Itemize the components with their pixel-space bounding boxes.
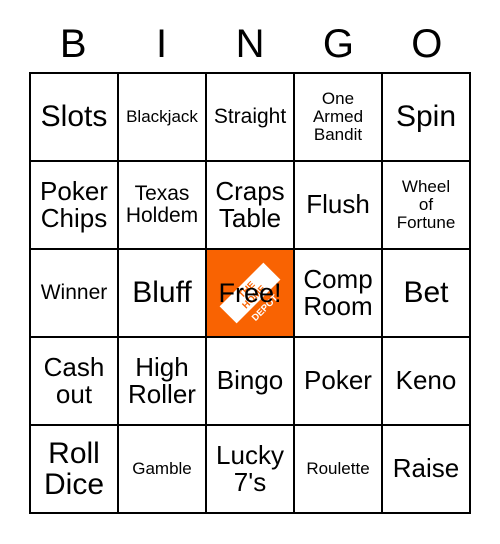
- bingo-cell-label: Lucky 7's: [216, 439, 284, 497]
- bingo-cell[interactable]: Cash out: [31, 338, 119, 426]
- bingo-free-space-cell[interactable]: THE HOME DEPOT Free!: [207, 250, 295, 338]
- bingo-cell-label: Spin: [395, 100, 457, 134]
- bingo-cell[interactable]: Craps Table: [207, 162, 295, 250]
- bingo-cell[interactable]: High Roller: [119, 338, 207, 426]
- bingo-cell-label: High Roller: [128, 351, 196, 409]
- header-letter-b: B: [59, 22, 87, 66]
- header-letter-g: G: [322, 22, 354, 66]
- bingo-cell-label: Slots: [40, 100, 108, 134]
- bingo-cell[interactable]: Raise: [383, 426, 471, 514]
- bingo-cell[interactable]: Bluff: [119, 250, 207, 338]
- bingo-cell[interactable]: Gamble: [119, 426, 207, 514]
- bingo-cell-label: Straight: [213, 104, 287, 128]
- bingo-cell[interactable]: Roulette: [295, 426, 383, 514]
- bingo-cell[interactable]: Flush: [295, 162, 383, 250]
- bingo-cell[interactable]: Spin: [383, 74, 471, 162]
- bingo-grid: Slots Blackjack Straight One Armed Bandi…: [29, 72, 471, 514]
- bingo-cell[interactable]: Keno: [383, 338, 471, 426]
- bingo-cell-label: Bet: [403, 276, 449, 310]
- bingo-cell[interactable]: Bet: [383, 250, 471, 338]
- bingo-cell-label: Poker: [304, 365, 372, 396]
- bingo-cell[interactable]: Poker Chips: [31, 162, 119, 250]
- bingo-cell[interactable]: Texas Holdem: [119, 162, 207, 250]
- bingo-cell[interactable]: Blackjack: [119, 74, 207, 162]
- bingo-cell[interactable]: Wheel of Fortune: [383, 162, 471, 250]
- bingo-cell[interactable]: Comp Room: [295, 250, 383, 338]
- bingo-cell-label: Keno: [395, 365, 457, 396]
- bingo-cell-label: Craps Table: [215, 175, 285, 233]
- bingo-cell-label: Raise: [392, 453, 460, 484]
- header-letter-n: N: [235, 22, 265, 66]
- bingo-cell-label: Cash out: [43, 351, 105, 409]
- bingo-cell[interactable]: Winner: [31, 250, 119, 338]
- bingo-cell[interactable]: Bingo: [207, 338, 295, 426]
- bingo-cell-label: Poker Chips: [40, 175, 108, 233]
- bingo-cell-label: Comp Room: [303, 263, 373, 321]
- bingo-cell[interactable]: Roll Dice: [31, 426, 119, 514]
- bingo-cell-label: Flush: [306, 189, 370, 220]
- bingo-cell-label: Texas Holdem: [125, 181, 199, 227]
- free-space-inner: THE HOME DEPOT Free!: [207, 250, 293, 336]
- bingo-cell[interactable]: Slots: [31, 74, 119, 162]
- bingo-cell-label: Winner: [40, 280, 108, 304]
- bingo-cell[interactable]: Poker: [295, 338, 383, 426]
- bingo-header: B I N G O: [29, 16, 471, 72]
- bingo-cell-label: Bingo: [216, 365, 284, 396]
- bingo-cell[interactable]: Lucky 7's: [207, 426, 295, 514]
- bingo-card: B I N G O Slots Blackjack Straight One A…: [0, 0, 500, 544]
- bingo-cell[interactable]: Straight: [207, 74, 295, 162]
- header-letter-i: I: [156, 22, 168, 66]
- bingo-cell-label: Bluff: [132, 276, 192, 310]
- header-letter-o: O: [411, 22, 443, 66]
- bingo-cell-label: Gamble: [132, 459, 192, 479]
- bingo-cell[interactable]: One Armed Bandit: [295, 74, 383, 162]
- free-space-label: Free!: [218, 277, 282, 308]
- bingo-cell-label: Wheel of Fortune: [396, 177, 456, 232]
- bingo-cell-label: Roll Dice: [43, 436, 104, 501]
- bingo-cell-label: Blackjack: [126, 107, 198, 127]
- bingo-cell-label: Roulette: [306, 459, 370, 479]
- bingo-cell-label: One Armed Bandit: [312, 89, 364, 144]
